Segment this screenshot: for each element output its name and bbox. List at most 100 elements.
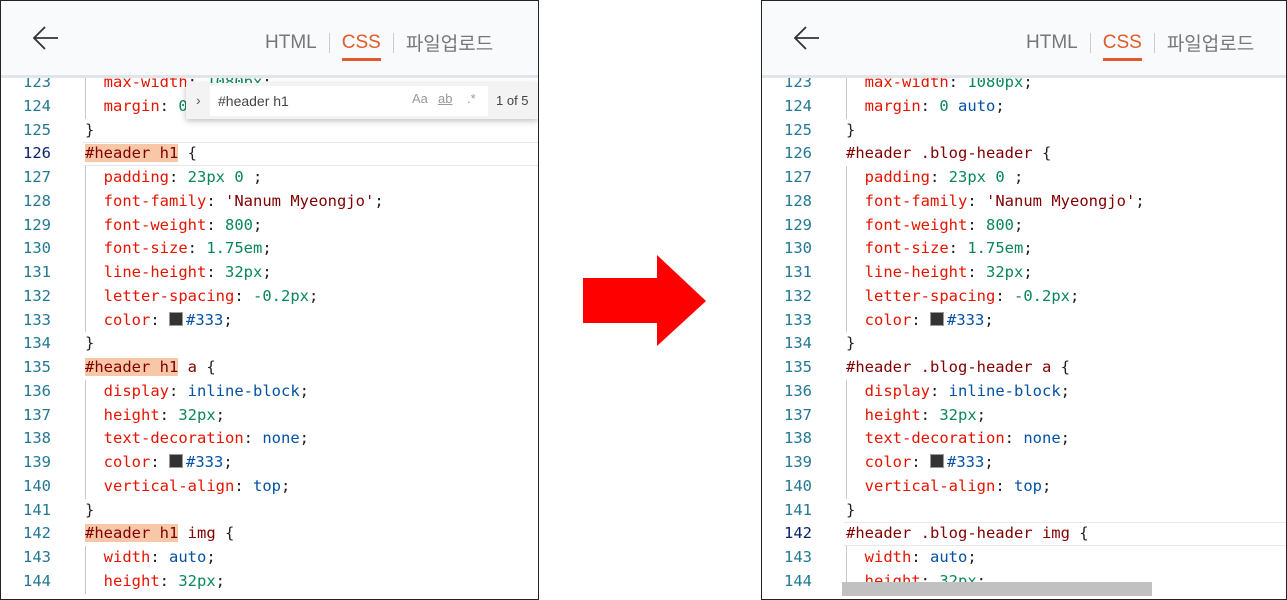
tab-divider [392,32,394,53]
tab-divider [1089,32,1091,53]
punctuation [949,97,958,115]
tab-bar: HTML CSS 파일업로드 [259,29,499,61]
regex-button[interactable]: .* [467,91,476,106]
code-line: 138 text-decoration: none; [762,427,1286,451]
punctuation: ; [206,548,216,567]
punctuation: : [150,548,170,567]
line-number: 135 [23,358,51,377]
back-arrow-icon[interactable] [31,23,61,53]
search-match-highlight: #header h1 [85,524,179,543]
whole-word-button[interactable]: ab [438,91,452,106]
code-line: 142 #header .blog-header img { [762,522,1286,546]
code-line: 129 font-weight: 800; [1,214,538,238]
indent-guide [846,474,847,499]
code-line: 132 letter-spacing: -0.2px; [1,285,538,309]
css-value: -0.2px [253,286,309,305]
line-text: } [85,499,94,523]
punctuation: } [85,334,95,353]
line-text: display: inline-block; [846,380,1070,404]
line-text: #header .blog-header { [846,142,1051,166]
punctuation: : [967,263,986,282]
css-property: text-decoration [864,429,1005,448]
toggle-replace-chevron-icon[interactable]: › [196,92,201,108]
color-swatch[interactable] [169,454,184,469]
line-text: vertical-align: top; [846,475,1052,499]
code-line: 128 font-family: 'Nanum Myeongjo'; [1,190,538,214]
punctuation: ; [243,168,263,187]
indent-guide [85,213,86,238]
css-keyword: inline-block [948,381,1061,400]
indent-guide [85,94,86,119]
css-keyword: top [253,476,281,495]
code-line: 134} [1,332,538,356]
tab-file-upload[interactable]: 파일업로드 [400,29,499,56]
punctuation: : [920,96,940,115]
punctuation: } [85,120,95,139]
editor-panel-before: 123 max-width: 1080px;124 margin: 0 auto… [0,0,539,600]
line-text: color: #333; [846,309,994,333]
css-property: font-family [103,191,207,210]
line-text: width: auto; [85,546,216,570]
punctuation: : [187,239,207,258]
css-keyword: none [1023,429,1061,448]
editor-panel-after: 123 max-width: 1080px; 124 margin: 0 auto… [761,0,1287,600]
line-number: 144 [23,571,51,590]
color-swatch[interactable] [930,454,945,469]
line-text: font-size: 1.75em; [846,237,1033,261]
punctuation: ; [995,96,1005,115]
search-match-highlight: #header h1 [85,358,179,377]
tab-html[interactable]: HTML [259,32,323,54]
css-selector: a [178,358,197,377]
indent-guide [85,237,86,262]
line-number: 139 [23,453,51,472]
indent-guide [85,189,86,214]
back-arrow-icon[interactable] [792,23,822,53]
css-property: color [864,310,912,329]
indent-guide [846,213,847,238]
tab-css[interactable]: CSS [336,32,387,61]
punctuation: : [206,263,225,282]
indent-guide [846,261,847,285]
punctuation: : [967,191,986,210]
punctuation: : [995,286,1014,305]
line-text: font-size: 1.75em; [85,237,272,261]
line-text: } [846,332,855,356]
line-text: font-family: 'Nanum Myeongjo'; [846,190,1145,214]
punctuation: ; [253,215,263,234]
punctuation: { [178,144,197,163]
punctuation: : [159,571,179,590]
indent-guide [846,166,847,190]
indent-guide [846,403,847,428]
tab-css[interactable]: CSS [1097,32,1148,61]
indent-guide [846,308,847,333]
line-text: padding: 23px 0 ; [846,166,1024,190]
punctuation: ; [1023,263,1033,282]
code-line: 131 line-height: 32px; [1,261,538,285]
css-property: width [864,548,912,567]
line-number: 125 [784,120,812,139]
tab-divider [328,32,330,53]
search-match-highlight: #header h1 [85,144,179,163]
punctuation: ; [1004,168,1024,187]
css-property: font-weight [864,215,968,234]
tab-html[interactable]: HTML [1020,32,1084,54]
color-swatch[interactable] [169,311,184,326]
tab-file-upload[interactable]: 파일업로드 [1161,29,1260,56]
match-count: 1 of 5 [496,93,529,108]
line-number: 140 [784,476,812,495]
css-keyword: auto [169,548,207,567]
line-text: font-weight: 800; [85,214,263,238]
match-case-button[interactable]: Aa [412,91,428,106]
indent-guide [846,427,847,452]
punctuation: : [150,310,170,329]
line-text: line-height: 32px; [846,261,1033,285]
code-line: 130 font-size: 1.75em; [1,237,538,261]
css-property: color [103,310,151,329]
horizontal-scrollbar[interactable] [842,582,1152,596]
line-number: 136 [784,381,812,400]
color-swatch[interactable] [930,311,945,326]
right-arrow-icon [583,255,706,346]
line-number: 141 [23,500,51,519]
line-number: 125 [23,120,51,139]
punctuation: } [846,500,856,519]
